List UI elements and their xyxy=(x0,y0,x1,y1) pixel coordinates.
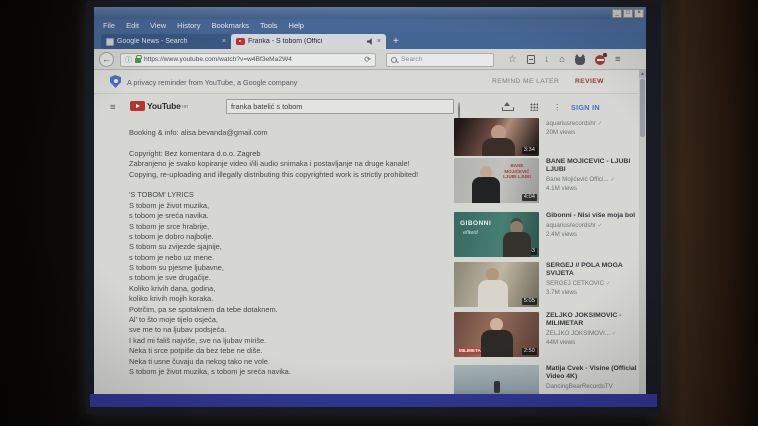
tab-label: Google News - Search xyxy=(117,38,219,45)
tab-audio-icon[interactable] xyxy=(367,38,374,45)
back-button[interactable]: ← xyxy=(99,52,114,67)
menu-bar: File Edit View History Bookmarks Tools H… xyxy=(94,19,646,32)
browser-window: _ □ × File Edit View History Bookmarks T… xyxy=(94,7,646,394)
scrollbar-thumb[interactable] xyxy=(640,79,645,137)
new-tab-button[interactable]: + xyxy=(386,35,406,49)
tab-label: Franka - S tobom (Offici xyxy=(248,38,364,45)
duration-badge: 4:04 xyxy=(522,194,537,201)
home-icon[interactable]: ⌂ xyxy=(559,55,565,65)
url-bar[interactable]: ⓘ https://www.youtube.com/watch?v=w4Bf3e… xyxy=(120,53,376,67)
video-channel[interactable]: DancingBearRecordsTV xyxy=(546,383,641,391)
duration-badge: 2:50 xyxy=(522,348,537,355)
downloads-icon[interactable]: ↓ xyxy=(545,55,550,65)
monitor-screen: _ □ × File Edit View History Bookmarks T… xyxy=(86,1,661,414)
video-thumbnail[interactable]: 5:05 xyxy=(454,262,539,307)
video-thumbnail[interactable] xyxy=(454,365,539,394)
hamburger-menu-icon[interactable]: ≡ xyxy=(615,55,621,65)
video-title[interactable]: ZELJKO JOKSIMOVIC - MILIMETAR xyxy=(546,312,641,328)
close-button[interactable]: × xyxy=(634,9,644,18)
related-video[interactable]: BANE MOJIĆEVIĆ LJUBI LJUBI 4:04 BANE MOJ… xyxy=(94,158,639,206)
video-thumbnail[interactable]: GIBONNI efiteid 5:33 xyxy=(454,212,539,257)
video-title[interactable]: Gibonni - Nisi više moja bol xyxy=(546,212,641,220)
menu-history[interactable]: History xyxy=(177,21,200,30)
verified-icon: ✓ xyxy=(598,121,603,127)
menu-bookmarks[interactable]: Bookmarks xyxy=(212,21,250,30)
page-content: A privacy reminder from YouTube, a Googl… xyxy=(94,70,646,394)
tab-close-icon[interactable]: × xyxy=(377,38,381,45)
tab-close-icon[interactable]: × xyxy=(222,38,226,45)
scrollbar-up-icon[interactable]: ▲ xyxy=(639,70,646,78)
video-thumbnail[interactable]: MILIMETAR 2:50 xyxy=(454,312,539,357)
related-video[interactable]: MILIMETAR 2:50 ZELJKO JOKSIMOVIC - MILIM… xyxy=(94,312,639,360)
news-favicon xyxy=(106,38,114,46)
video-channel[interactable]: Bane Mojićević Offici... ✓ xyxy=(546,176,641,184)
maximize-button[interactable]: □ xyxy=(623,9,633,18)
search-icon xyxy=(391,57,397,63)
related-video[interactable]: GIBONNI efiteid 5:33 Gibonni - Nisi više… xyxy=(94,212,639,260)
menu-tools[interactable]: Tools xyxy=(260,21,278,30)
menu-edit[interactable]: Edit xyxy=(126,21,139,30)
thumbnail-text: MILIMETAR xyxy=(457,348,486,354)
bookmark-star-icon[interactable]: ☆ xyxy=(508,55,517,65)
menu-help[interactable]: Help xyxy=(289,21,304,30)
video-channel[interactable]: aquariusrecordshr ✓ xyxy=(546,222,641,230)
video-title[interactable]: BANE MOJIĆEVIĆ - LJUBI LJUBI xyxy=(546,158,641,174)
thumbnail-text: GIBONNI xyxy=(460,220,491,227)
video-views: 44M views xyxy=(546,339,641,347)
verified-icon: ✓ xyxy=(610,177,615,183)
tab-youtube-video[interactable]: Franka - S tobom (Offici × xyxy=(231,34,386,49)
window-titlebar[interactable]: _ □ × xyxy=(94,7,646,19)
verified-icon: ✓ xyxy=(598,223,603,229)
related-video[interactable]: 5:05 SERGEJ // POLA MOGA SVIJETA SERGEJ … xyxy=(94,262,639,310)
related-video[interactable]: Matija Cvek - Visine (Official Video 4K)… xyxy=(94,365,639,394)
adblock-icon[interactable] xyxy=(595,55,605,65)
thumbnail-subtext: efiteid xyxy=(463,230,478,236)
tab-bar: Google News - Search × Franka - S tobom … xyxy=(94,32,646,49)
minimize-button[interactable]: _ xyxy=(612,9,622,18)
video-views: 3.7M views xyxy=(546,289,641,297)
menu-file[interactable]: File xyxy=(103,21,115,30)
video-title[interactable]: SERGEJ // POLA MOGA SVIJETA xyxy=(546,262,641,278)
related-videos-sidebar: 3:34 aquariusrecordshr ✓ 20M views BANE … xyxy=(94,70,639,394)
video-channel[interactable]: aquariusrecordshr ✓ xyxy=(546,120,641,128)
pocket-icon[interactable] xyxy=(527,55,535,64)
duration-badge: 5:05 xyxy=(522,298,537,305)
verified-icon: ✓ xyxy=(612,331,617,337)
page-scrollbar[interactable]: ▲ xyxy=(639,70,646,394)
verified-icon: ✓ xyxy=(606,281,611,287)
url-text[interactable]: https://www.youtube.com/watch?v=w4Bf3eMa… xyxy=(144,56,361,63)
video-views: 4.1M views xyxy=(546,185,641,193)
duration-badge: 5:33 xyxy=(522,248,537,255)
video-views: 20M views xyxy=(546,129,641,137)
browser-search-input[interactable]: Search xyxy=(386,53,494,67)
menu-view[interactable]: View xyxy=(150,21,166,30)
info-icon[interactable]: ⓘ xyxy=(125,55,132,65)
thumbnail-text: BANE MOJIĆEVIĆ LJUBI LJUBI xyxy=(498,163,536,180)
taskbar[interactable] xyxy=(90,394,657,407)
youtube-favicon xyxy=(236,38,245,45)
reload-icon[interactable]: ⟳ xyxy=(364,55,371,64)
navigation-toolbar: ← ⓘ https://www.youtube.com/watch?v=w4Bf… xyxy=(94,49,646,70)
video-views: 2.4M views xyxy=(546,231,641,239)
privacy-mask-icon[interactable] xyxy=(575,57,585,65)
lock-icon xyxy=(135,58,141,63)
video-thumbnail[interactable]: BANE MOJIĆEVIĆ LJUBI LJUBI 4:04 xyxy=(454,158,539,203)
duration-badge: 3:34 xyxy=(522,147,537,154)
tab-google-news[interactable]: Google News - Search × xyxy=(101,34,231,49)
video-channel[interactable]: ZELJKO JOKSIMOVI... ✓ xyxy=(546,330,641,338)
search-placeholder: Search xyxy=(401,56,423,63)
video-thumbnail[interactable]: 3:34 xyxy=(454,118,539,156)
video-title[interactable]: Matija Cvek - Visine (Official Video 4K) xyxy=(546,365,641,381)
video-channel[interactable]: SERGEJ ĆETKOVIĆ ✓ xyxy=(546,280,641,288)
